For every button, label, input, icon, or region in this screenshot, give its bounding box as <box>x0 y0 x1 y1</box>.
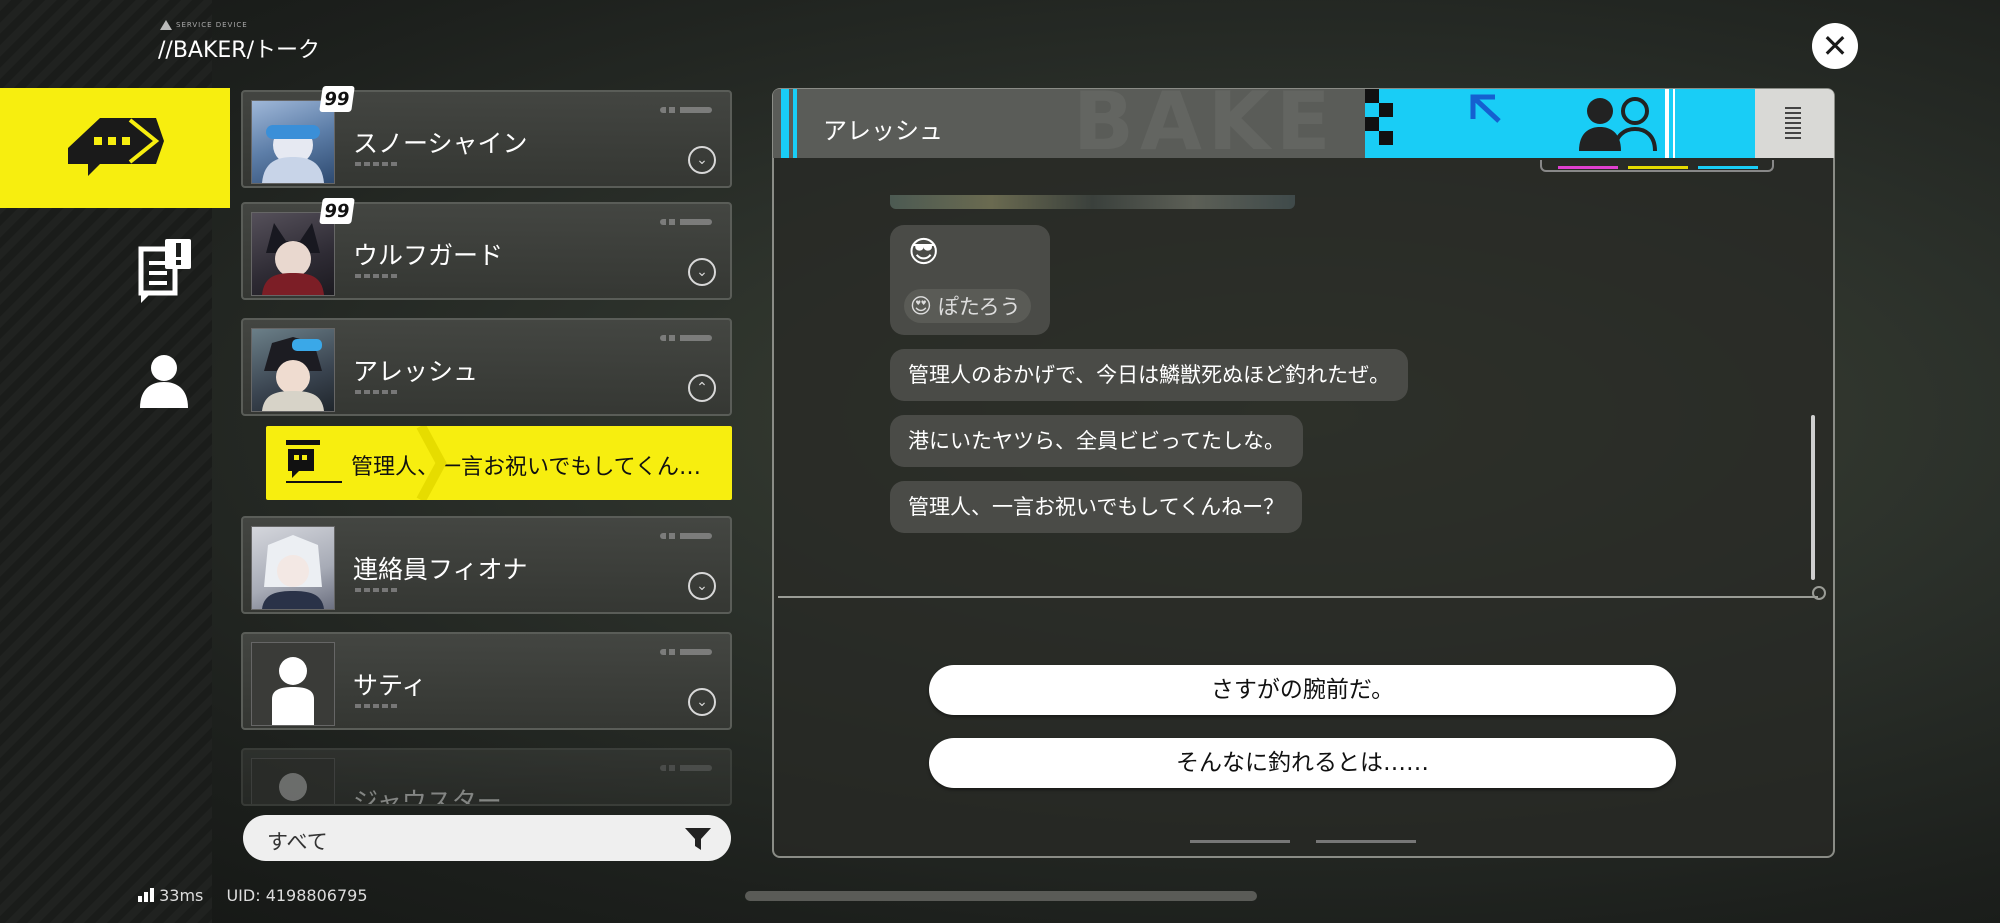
ping-value: 33ms <box>159 886 204 905</box>
divider-dash <box>355 390 399 394</box>
panel-footer-decor <box>1190 840 1416 843</box>
chat-title: アレッシュ <box>823 117 943 145</box>
contact-card-snowshine[interactable]: 99 スノーシャイン ⌄ <box>241 86 732 188</box>
decor-line <box>660 765 712 771</box>
contact-name: ジャウスター <box>353 787 502 806</box>
talk-thread-icon <box>286 440 342 483</box>
reply-choice-2[interactable]: そんなに釣れるとは…… <box>929 738 1676 788</box>
header-tab-decor <box>1540 160 1774 172</box>
active-thread-item[interactable]: 管理人、一言お祝いでもしてくん… <box>266 426 732 500</box>
sunglasses-emoji: 😎 <box>908 235 940 270</box>
chevron-down-icon[interactable]: ⌄ <box>688 572 716 600</box>
person-silhouette-icon <box>272 657 314 725</box>
decor-line <box>660 533 712 539</box>
contact-card-sati[interactable]: サティ ⌄ <box>241 632 732 730</box>
notice-document-icon <box>138 238 191 303</box>
image-message-clip <box>890 195 1295 209</box>
chevron-down-icon[interactable]: ⌄ <box>688 146 716 174</box>
decor-yellow <box>1628 166 1688 169</box>
avatar <box>251 212 335 296</box>
decor-line <box>660 649 712 655</box>
uid-text: UID: 4198806795 <box>226 886 368 905</box>
close-icon: ✕ <box>1821 27 1849 65</box>
avatar-placeholder <box>251 642 335 726</box>
header-pattern <box>1365 89 1675 158</box>
header-accent <box>1365 89 1755 158</box>
decor-line <box>660 107 712 113</box>
bottom-scrollbar[interactable] <box>745 891 1257 901</box>
barcode-icon <box>1785 107 1801 139</box>
contact-name: サティ <box>353 671 427 700</box>
reaction-name: ぽたろう <box>937 295 1021 319</box>
avatar <box>251 100 335 184</box>
avatar <box>251 526 335 610</box>
contact-card-partial[interactable]: ジャウスター <box>241 748 732 806</box>
header-right-block <box>1755 89 1834 158</box>
device-logo: SERVICE DEVICE <box>160 20 248 30</box>
emoji-message: 😎 😍 ぽたろう <box>890 225 1050 335</box>
header-stripe <box>793 89 797 158</box>
chevron-down-icon[interactable]: ⌄ <box>688 258 716 286</box>
nav-profile-tab[interactable] <box>134 350 194 412</box>
heart-eyes-emoji: 😍 <box>910 294 932 318</box>
chat-scrollbar[interactable] <box>1811 415 1815 580</box>
chat-message: 港にいたヤツら、全員ビビってたしな。 <box>890 415 1303 467</box>
chat-message: 管理人のおかげで、今日は鱗獣死ぬほど釣れたぜ。 <box>890 349 1409 401</box>
unread-badge: 99 <box>319 198 355 224</box>
divider-dash <box>355 162 399 166</box>
chevron-up-icon[interactable]: ⌃ <box>688 374 716 402</box>
decor-magenta <box>1558 166 1618 169</box>
unread-badge: 99 <box>319 86 355 112</box>
decor-line <box>660 335 712 341</box>
contact-name: スノーシャイン <box>353 129 528 158</box>
filter-label: すべて <box>267 830 328 854</box>
avatar-placeholder <box>251 758 335 804</box>
logo-text: SERVICE DEVICE <box>176 21 248 29</box>
person-icon <box>140 355 188 408</box>
person-silhouette-icon <box>279 773 307 801</box>
avatar <box>251 328 335 412</box>
breadcrumb: //BAKER/トーク <box>158 38 320 63</box>
reaction-chip[interactable]: 😍 ぽたろう <box>904 289 1031 323</box>
contact-card-fiona[interactable]: 連絡員フィオナ ⌄ <box>241 516 732 614</box>
contact-card-alessh[interactable]: アレッシュ ⌃ <box>241 318 732 416</box>
chat-bubble-icon <box>68 118 164 176</box>
chevron-down-icon[interactable]: ⌄ <box>688 688 716 716</box>
chat-divider <box>778 596 1818 598</box>
chevron-arrows-decor <box>416 426 447 500</box>
filter-dropdown[interactable]: すべて <box>243 815 731 861</box>
contact-name: ウルフガード <box>353 241 504 270</box>
contact-card-wolfguard[interactable]: 99 ウルフガード ⌄ <box>241 198 732 300</box>
reply-choice-1[interactable]: さすがの腕前だ。 <box>929 665 1676 715</box>
status-bar: 33ms UID: 4198806795 <box>138 886 368 905</box>
chat-message: 管理人、一言お祝いでもしてくんねー？ <box>890 481 1303 533</box>
nav-notice-tab[interactable] <box>130 232 200 307</box>
divider-dash <box>355 588 399 592</box>
contact-name: アレッシュ <box>353 357 479 386</box>
divider-dash <box>355 274 399 278</box>
divider-end-circle <box>1812 586 1826 600</box>
contact-name: 連絡員フィオナ <box>353 555 528 584</box>
decor-line <box>660 219 712 225</box>
decor-cyan <box>1698 166 1758 169</box>
nav-talk-tab[interactable] <box>0 88 230 208</box>
header-bg-text: BAKE <box>1073 89 1337 158</box>
filter-funnel-icon <box>685 828 711 850</box>
chat-header: BAKE アレッシュ <box>773 89 1834 158</box>
header-stripe <box>781 89 789 158</box>
signal-icon <box>138 888 154 902</box>
divider-dash <box>355 704 399 708</box>
close-button[interactable]: ✕ <box>1812 23 1858 69</box>
